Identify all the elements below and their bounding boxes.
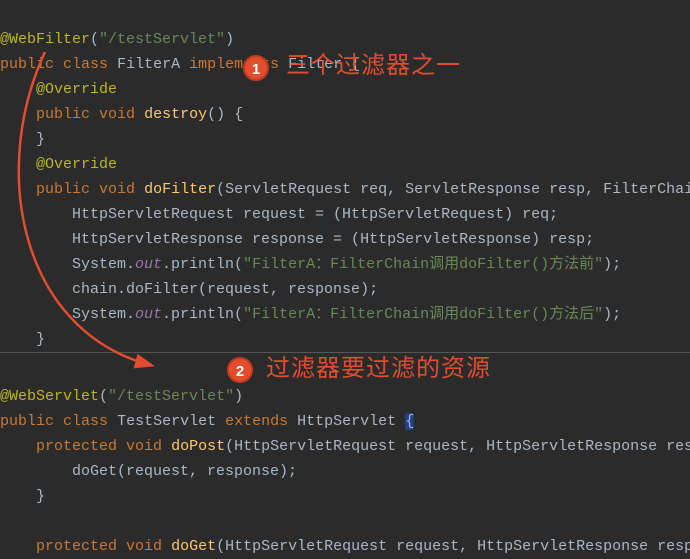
code-line: public void destroy() { xyxy=(0,106,243,123)
code-line: doGet(request, response); xyxy=(0,463,297,480)
code-line: @Override xyxy=(0,156,117,173)
code-line: HttpServletResponse response = (HttpServ… xyxy=(0,231,594,248)
code-line: } xyxy=(0,488,45,505)
code-line: chain.doFilter(request, response); xyxy=(0,281,378,298)
code-pane-bottom[interactable]: @WebServlet("/testServlet") public class… xyxy=(0,352,690,559)
code-line xyxy=(0,513,9,530)
code-line: System.out.println("FilterA：FilterChain调… xyxy=(0,306,621,323)
code-line: @WebServlet("/testServlet") xyxy=(0,388,243,405)
annotation-badge-1: 1 xyxy=(243,55,269,81)
code-line: public class TestServlet extends HttpSer… xyxy=(0,413,414,430)
code-line: @WebFilter("/testServlet") xyxy=(0,31,234,48)
code-line: System.out.println("FilterA：FilterChain调… xyxy=(0,256,621,273)
code-line: protected void doGet(HttpServletRequest … xyxy=(0,538,690,555)
annotation-badge-2: 2 xyxy=(227,357,253,383)
code-line: public void doFilter(ServletRequest req,… xyxy=(0,181,690,198)
code-line: @Override xyxy=(0,81,117,98)
code-line: } xyxy=(0,131,45,148)
annotation-text-1: 三个过滤器之一 xyxy=(286,54,461,79)
annotation-text-2: 过滤器要过滤的资源 xyxy=(266,357,491,382)
code-line: protected void doPost(HttpServletRequest… xyxy=(0,438,690,455)
code-line: HttpServletRequest request = (HttpServle… xyxy=(0,206,558,223)
code-line: } xyxy=(0,331,45,348)
